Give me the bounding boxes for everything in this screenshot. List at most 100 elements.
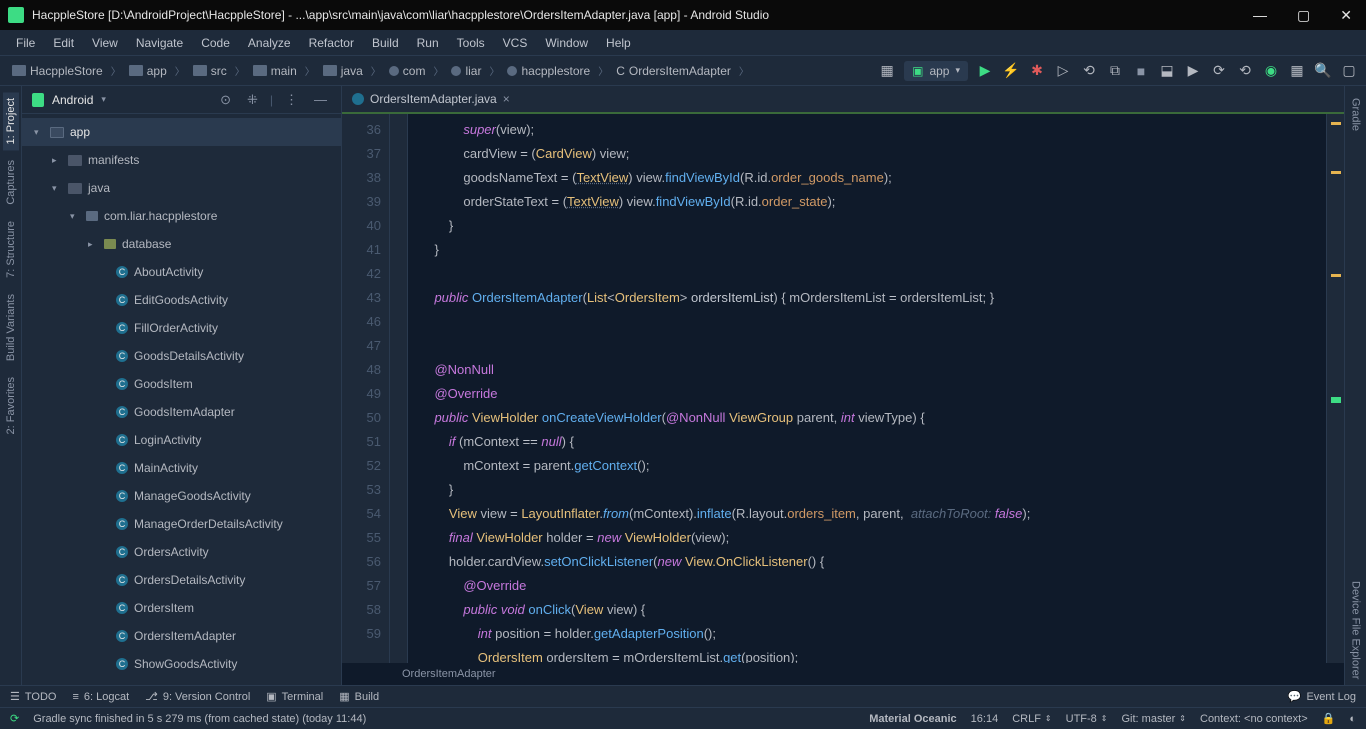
tree-class-ordersactivity[interactable]: COrdersActivity xyxy=(22,538,341,566)
status-line-separator[interactable]: CRLF⇕ xyxy=(1012,713,1051,725)
tab-gradle[interactable]: Gradle xyxy=(1348,92,1364,137)
code-area[interactable]: super(view); cardView = (CardView) view;… xyxy=(408,114,1326,663)
change-marker[interactable] xyxy=(1331,397,1341,403)
crumb-com[interactable]: com xyxy=(385,62,430,80)
close-tab-icon[interactable]: × xyxy=(503,92,510,106)
warning-marker[interactable] xyxy=(1331,171,1341,174)
divide-icon[interactable]: ⁜ xyxy=(243,92,262,108)
menu-edit[interactable]: Edit xyxy=(45,33,82,53)
menu-build[interactable]: Build xyxy=(364,33,407,53)
menu-refactor[interactable]: Refactor xyxy=(301,33,362,53)
project-view-mode[interactable]: Android xyxy=(52,93,93,107)
crumb-java[interactable]: java xyxy=(319,62,367,80)
layout-inspector-button[interactable]: ◉ xyxy=(1262,62,1280,80)
menu-code[interactable]: Code xyxy=(193,33,238,53)
tree-class-ordersdetailsactivity[interactable]: COrdersDetailsActivity xyxy=(22,566,341,594)
status-caret-pos[interactable]: 16:14 xyxy=(971,713,999,725)
crumb-project[interactable]: HacppleStore xyxy=(8,62,107,80)
status-context[interactable]: Context: <no context> xyxy=(1200,713,1308,725)
tree-class-fillorderactivity[interactable]: CFillOrderActivity xyxy=(22,314,341,342)
tab-build[interactable]: ▦ Build xyxy=(339,690,379,703)
warning-marker[interactable] xyxy=(1331,274,1341,277)
tree-class-goodsitemadapter[interactable]: CGoodsItemAdapter xyxy=(22,398,341,426)
status-git[interactable]: Git: master ⇕ xyxy=(1122,713,1187,725)
editor-tab-orders-item-adapter[interactable]: OrdersItemAdapter.java × xyxy=(342,86,520,112)
error-stripe[interactable] xyxy=(1326,114,1344,663)
lock-icon[interactable]: 🔒 xyxy=(1322,712,1336,725)
tab-device-file-explorer[interactable]: Device File Explorer xyxy=(1348,575,1364,685)
project-tree[interactable]: ▾app ▸manifests ▾java ▾com.liar.hacpples… xyxy=(22,114,341,685)
debug-button[interactable]: ✱ xyxy=(1028,62,1046,80)
tree-java[interactable]: ▾java xyxy=(22,174,341,202)
options-icon[interactable]: ⋮ xyxy=(281,92,302,108)
sdk-manager-button[interactable]: ▶ xyxy=(1184,62,1202,80)
collapse-all-icon[interactable]: ⊙ xyxy=(216,92,235,108)
tree-class-managegoodsactivity[interactable]: CManageGoodsActivity xyxy=(22,482,341,510)
menu-analyze[interactable]: Analyze xyxy=(240,33,299,53)
tree-class-manageorderdetailsactivity[interactable]: CManageOrderDetailsActivity xyxy=(22,510,341,538)
editor-breadcrumb[interactable]: OrdersItemAdapter xyxy=(342,663,1344,685)
tree-database[interactable]: ▸database xyxy=(22,230,341,258)
project-structure-button[interactable]: ⟲ xyxy=(1236,62,1254,80)
tree-app[interactable]: ▾app xyxy=(22,118,341,146)
tab-event-log[interactable]: 💬 Event Log xyxy=(1288,690,1356,703)
tab-captures[interactable]: Captures xyxy=(3,154,19,211)
tab-favorites[interactable]: 2: Favorites xyxy=(3,371,19,440)
minimize-button[interactable]: — xyxy=(1247,7,1273,24)
editor-content[interactable]: 3637383940414243464748495051525354555657… xyxy=(342,114,1344,663)
select-device-icon[interactable]: ▦ xyxy=(878,62,896,80)
attach-debugger-button[interactable]: ⟲ xyxy=(1080,62,1098,80)
warning-marker[interactable] xyxy=(1331,122,1341,125)
menu-view[interactable]: View xyxy=(84,33,126,53)
close-button[interactable]: ✕ xyxy=(1334,7,1358,24)
menu-run[interactable]: Run xyxy=(409,33,447,53)
stop-button[interactable]: ■ xyxy=(1132,62,1150,80)
tree-class-editgoodsactivity[interactable]: CEditGoodsActivity xyxy=(22,286,341,314)
run-config-selector[interactable]: ▣ app ▾ xyxy=(904,61,968,81)
crumb-main[interactable]: main xyxy=(249,62,301,80)
tree-manifests[interactable]: ▸manifests xyxy=(22,146,341,174)
crumb-class[interactable]: COrdersItemAdapter xyxy=(612,62,735,80)
menu-navigate[interactable]: Navigate xyxy=(128,33,191,53)
tree-class-showgoodsactivity[interactable]: CShowGoodsActivity xyxy=(22,650,341,678)
tree-class-goodsitem[interactable]: CGoodsItem xyxy=(22,370,341,398)
tree-package[interactable]: ▾com.liar.hacpplestore xyxy=(22,202,341,230)
tab-terminal[interactable]: ▣ Terminal xyxy=(266,690,323,703)
menu-file[interactable]: File xyxy=(8,33,43,53)
sync-button[interactable]: ⟳ xyxy=(1210,62,1228,80)
tree-class-ordersitemadapter[interactable]: COrdersItemAdapter xyxy=(22,622,341,650)
tab-build-variants[interactable]: Build Variants xyxy=(3,288,19,367)
status-encoding[interactable]: UTF-8⇕ xyxy=(1066,713,1108,725)
profile-icon[interactable]: ▢ xyxy=(1340,62,1358,80)
maximize-button[interactable]: ▢ xyxy=(1291,7,1316,24)
status-theme[interactable]: Material Oceanic xyxy=(869,713,956,725)
search-button[interactable]: 🔍 xyxy=(1314,62,1332,80)
tab-structure[interactable]: 7: Structure xyxy=(3,215,19,284)
tree-class-goodsdetailsactivity[interactable]: CGoodsDetailsActivity xyxy=(22,342,341,370)
crumb-src[interactable]: src xyxy=(189,62,231,80)
run-button[interactable]: ▶ xyxy=(976,62,994,80)
status-icon[interactable]: ⟳ xyxy=(10,712,19,725)
resource-button[interactable]: ▦ xyxy=(1288,62,1306,80)
tree-class-loginactivity[interactable]: CLoginActivity xyxy=(22,426,341,454)
tab-project[interactable]: 1: Project xyxy=(3,92,19,150)
crumb-liar[interactable]: liar xyxy=(447,62,485,80)
menu-help[interactable]: Help xyxy=(598,33,639,53)
inspection-icon[interactable]: ◐ xyxy=(1349,713,1356,725)
menu-tools[interactable]: Tools xyxy=(449,33,493,53)
apply-changes-button[interactable]: ⚡ xyxy=(1002,62,1020,80)
fold-column[interactable] xyxy=(390,114,408,663)
chevron-down-icon[interactable]: ▾ xyxy=(101,94,106,105)
tree-class-aboutactivity[interactable]: CAboutActivity xyxy=(22,258,341,286)
trace-button[interactable]: ⧉ xyxy=(1106,62,1124,80)
tab-logcat[interactable]: ≡ 6: Logcat xyxy=(72,691,129,703)
crumb-pkg[interactable]: hacpplestore xyxy=(503,62,594,80)
menu-vcs[interactable]: VCS xyxy=(495,33,536,53)
tab-version-control[interactable]: ⎇ 9: Version Control xyxy=(145,690,250,703)
tree-class-ordersitem[interactable]: COrdersItem xyxy=(22,594,341,622)
menu-window[interactable]: Window xyxy=(537,33,596,53)
tree-class-mainactivity[interactable]: CMainActivity xyxy=(22,454,341,482)
avd-manager-button[interactable]: ⬓ xyxy=(1158,62,1176,80)
crumb-module[interactable]: app xyxy=(125,62,171,80)
hide-icon[interactable]: — xyxy=(310,92,331,107)
